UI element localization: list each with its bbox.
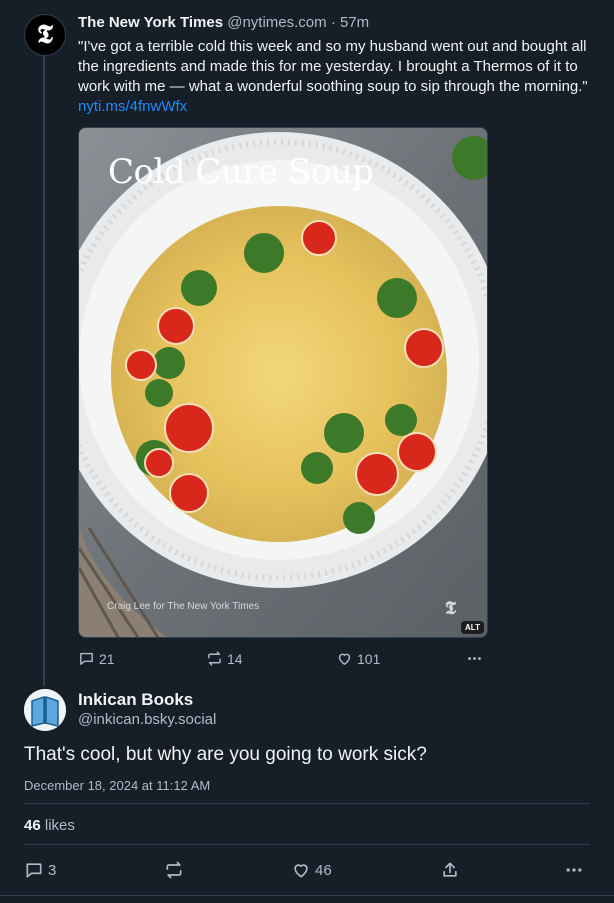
nyt-watermark-icon: 𝕿 bbox=[445, 598, 457, 619]
parent-post-time[interactable]: 57m bbox=[340, 14, 369, 31]
more-icon bbox=[468, 657, 481, 660]
parent-reply-button[interactable]: 21 bbox=[78, 650, 115, 667]
soup-photo bbox=[79, 128, 487, 637]
post-image[interactable]: Cold Cure Soup Craig Lee for The New Yor… bbox=[78, 127, 488, 638]
parent-post-body: "I've got a terrible cold this week and … bbox=[78, 38, 588, 95]
like-button[interactable]: 46 bbox=[291, 860, 332, 880]
header-separator: · bbox=[330, 14, 336, 31]
reply-text: That's cool, but why are you going to wo… bbox=[24, 744, 427, 765]
image-title: Cold Cure Soup bbox=[108, 152, 374, 192]
thread-line bbox=[43, 54, 45, 686]
reply-count: 3 bbox=[48, 861, 57, 879]
parent-post-actions: 21 14 101 bbox=[78, 648, 498, 670]
book-avatar-icon bbox=[24, 689, 66, 731]
divider bbox=[24, 844, 590, 845]
reply-icon bbox=[26, 863, 42, 878]
likes-count: 46 bbox=[24, 817, 41, 834]
heart-icon bbox=[294, 864, 308, 878]
parent-post-link[interactable]: nyti.ms/4fnwWfx bbox=[78, 98, 187, 115]
nyt-avatar[interactable]: 𝕿 bbox=[24, 14, 66, 56]
share-icon bbox=[443, 862, 457, 877]
repost-button[interactable] bbox=[164, 860, 184, 880]
more-button[interactable] bbox=[564, 860, 584, 880]
parent-author-handle[interactable]: @nytimes.com bbox=[227, 14, 326, 31]
alt-badge[interactable]: ALT bbox=[461, 621, 484, 634]
like-count: 46 bbox=[315, 861, 332, 879]
likes-label: likes bbox=[44, 817, 75, 834]
parent-repost-button[interactable]: 14 bbox=[206, 650, 243, 667]
nyt-logo-icon: 𝕿 bbox=[37, 19, 53, 50]
repost-icon bbox=[166, 861, 182, 879]
reply-icon bbox=[80, 652, 93, 665]
reply-date[interactable]: December 18, 2024 at 11:12 AM bbox=[24, 777, 210, 794]
parent-more-button[interactable] bbox=[466, 650, 483, 667]
parent-author-name[interactable]: The New York Times bbox=[78, 14, 223, 31]
divider bbox=[24, 803, 590, 804]
likes-summary[interactable]: 46 likes bbox=[24, 816, 75, 836]
reply-button[interactable]: 3 bbox=[24, 860, 56, 880]
parent-reply-count: 21 bbox=[99, 650, 115, 667]
reply-avatar[interactable] bbox=[24, 689, 66, 731]
parent-post-text: "I've got a terrible cold this week and … bbox=[78, 37, 588, 117]
reply-author-name[interactable]: Inkican Books bbox=[78, 689, 193, 711]
parent-like-count: 101 bbox=[357, 650, 381, 667]
parent-like-button[interactable]: 101 bbox=[336, 650, 380, 667]
share-button[interactable] bbox=[440, 860, 460, 880]
reply-author-handle[interactable]: @inkican.bsky.social bbox=[78, 710, 216, 730]
parent-repost-count: 14 bbox=[227, 650, 243, 667]
parent-post-header: The New York Times @nytimes.com · 57m bbox=[78, 13, 369, 33]
repost-icon bbox=[208, 651, 221, 666]
more-icon bbox=[566, 868, 582, 872]
heart-icon bbox=[338, 653, 351, 665]
reply-actions: 3 46 bbox=[24, 858, 590, 882]
bottom-border bbox=[0, 895, 614, 896]
image-credit: Craig Lee for The New York Times bbox=[107, 601, 260, 612]
